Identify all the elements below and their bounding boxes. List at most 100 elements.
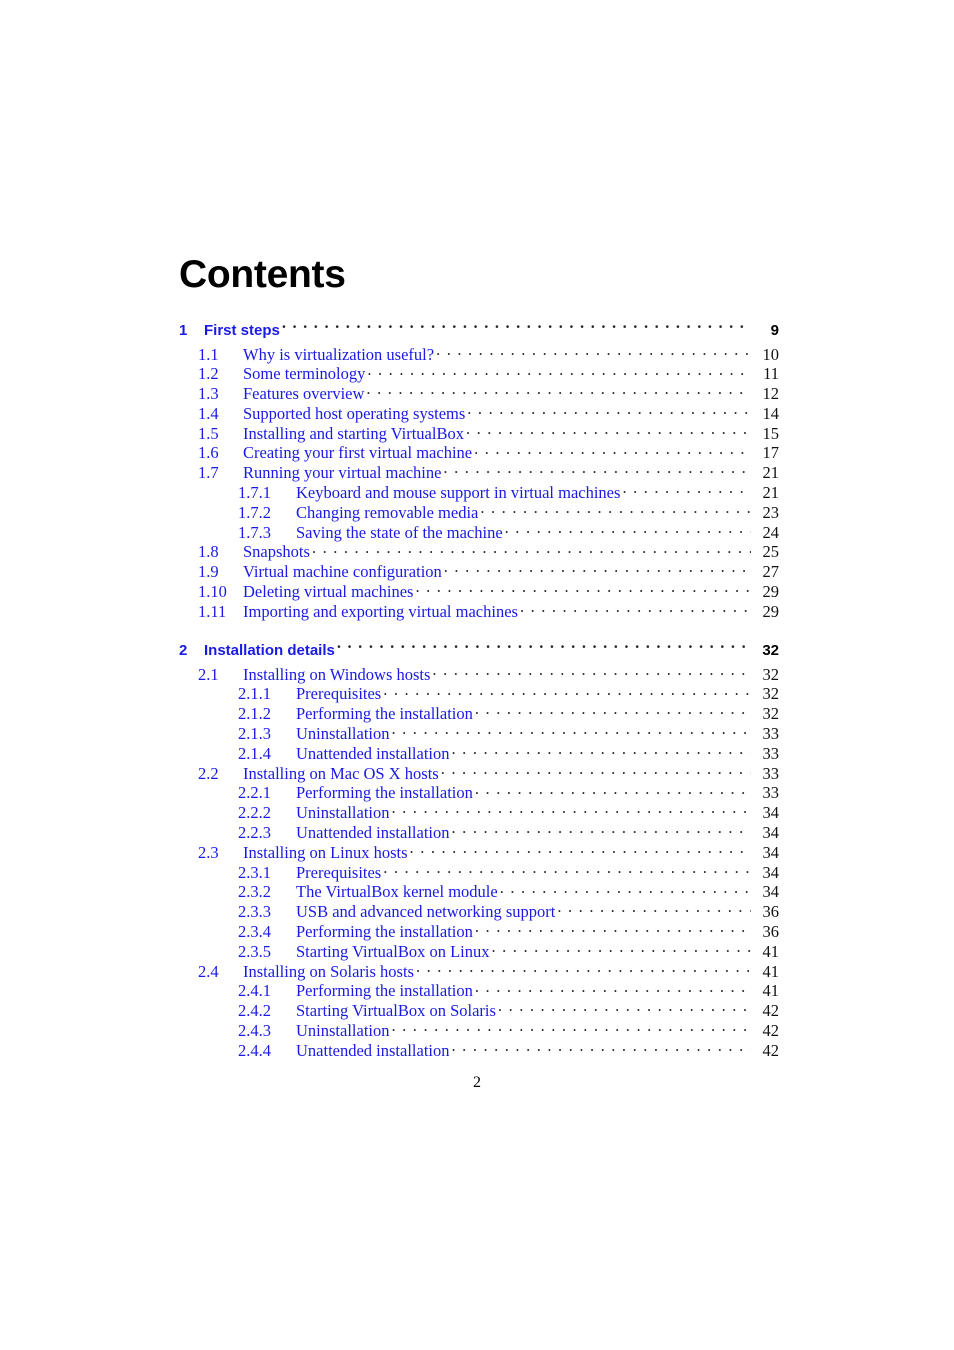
toc-section-entry[interactable]: 1.8 Snapshots 25	[179, 541, 779, 562]
toc-entry-page-number: 15	[762, 423, 780, 443]
toc-entry-title[interactable]: Installing on Mac OS X hosts	[243, 764, 439, 784]
toc-section-entry[interactable]: 1.5 Installing and starting VirtualBox 15	[179, 422, 780, 444]
toc-entry-number: 2.1.3	[238, 724, 271, 744]
toc-entry-title[interactable]: Supported host operating systems	[243, 404, 465, 424]
toc-section-entry[interactable]: 2.4 Installing on Solaris hosts 41	[179, 960, 780, 982]
toc-entry-title[interactable]: Unattended installation	[296, 1041, 450, 1061]
toc-entry-title[interactable]: Performing the installation	[296, 981, 473, 1001]
toc-dot-leader	[622, 482, 751, 499]
toc-entry-title[interactable]: Changing removable media	[296, 503, 478, 523]
toc-entry-page-number: 11	[763, 364, 779, 384]
toc-dot-leader	[452, 742, 751, 759]
toc-subsection-entry[interactable]: 1.7.1 Keyboard and mouse support in virtu…	[179, 482, 779, 503]
toc-section-entry[interactable]: 1.1 Why is virtualization useful? 10	[179, 343, 779, 365]
toc-entry-number: 2.4.4	[238, 1040, 271, 1060]
toc-entry-title[interactable]: Snapshots	[243, 542, 310, 562]
toc-section-entry[interactable]: 1.6 Creating your first virtual machine 17	[179, 442, 779, 463]
toc-entry-number: 1.10	[198, 582, 227, 602]
toc-dot-leader	[500, 881, 751, 898]
toc-entry-page-number: 32	[762, 642, 779, 660]
toc-entry-title[interactable]: Some terminology	[243, 364, 365, 384]
toc-entry-title[interactable]: Deleting virtual machines	[243, 582, 413, 602]
toc-entry-number: 1.7.1	[238, 483, 271, 503]
toc-subsection-entry[interactable]: 2.3.1 Prerequisites 34	[179, 861, 779, 883]
toc-subsection-entry[interactable]: 2.4.3 Uninstallation 42	[179, 1020, 779, 1041]
toc-section-entry[interactable]: 1.11 Importing and exporting virtual mach…	[179, 600, 779, 622]
toc-entry-title[interactable]: Virtual machine configuration	[243, 562, 442, 582]
toc-section-entry[interactable]: 2.3 Installing on Linux hosts 34	[179, 841, 779, 863]
toc-entry-page-number: 32	[762, 684, 780, 704]
toc-entry-title[interactable]: USB and advanced networking support	[296, 902, 555, 922]
toc-chapter-entry[interactable]: 1 First steps 9	[179, 318, 779, 343]
toc-entry-title[interactable]: Unattended installation	[296, 823, 450, 843]
toc-entry-page-number: 41	[762, 961, 780, 981]
toc-entry-title[interactable]: Features overview	[243, 384, 364, 404]
toc-entry-title[interactable]: Installation details	[204, 638, 335, 663]
toc-entry-number: 2.1.4	[238, 743, 271, 763]
toc-entry-title[interactable]: Performing the installation	[296, 783, 473, 803]
toc-entry-title[interactable]: Prerequisites	[296, 684, 381, 704]
toc-entry-title[interactable]: Installing on Windows hosts	[243, 665, 430, 685]
toc-entry-number: 2.1	[198, 664, 219, 684]
toc-entry-number: 2.2	[198, 763, 219, 783]
toc-entry-title[interactable]: Installing on Linux hosts	[243, 843, 408, 863]
toc-section-entry[interactable]: 1.9 Virtual machine configuration 27	[179, 561, 780, 582]
toc-subsection-entry[interactable]: 2.1.1 Prerequisites 32	[179, 683, 780, 704]
toc-dot-leader	[475, 703, 751, 720]
page-number-folio: 2	[473, 1074, 481, 1091]
toc-section-entry[interactable]: 1.2 Some terminology 11	[179, 363, 779, 384]
toc-subsection-entry[interactable]: 2.2.2 Uninstallation 34	[179, 802, 779, 823]
toc-section-entry[interactable]: 1.10 Deleting virtual machines 29	[179, 581, 779, 602]
toc-subsection-entry[interactable]: 2.4.1 Performing the installation 41	[179, 980, 779, 1001]
toc-subsection-entry[interactable]: 2.3.5 Starting VirtualBox on Linux 41	[179, 940, 779, 962]
toc-entry-title[interactable]: First steps	[204, 318, 280, 343]
toc-subsection-entry[interactable]: 1.7.3 Saving the state of the machine 24	[179, 521, 779, 543]
toc-subsection-entry[interactable]: 2.4.2 Starting VirtualBox on Solaris 42	[179, 1000, 779, 1021]
toc-section-entry[interactable]: 1.4 Supported host operating systems 14	[179, 402, 779, 424]
toc-entry-title[interactable]: Saving the state of the machine	[296, 523, 503, 543]
toc-entry-title[interactable]: Running your virtual machine	[243, 463, 441, 483]
toc-subsection-entry[interactable]: 2.1.3 Uninstallation 33	[179, 723, 779, 744]
toc-entry-title[interactable]: Keyboard and mouse support in virtual ma…	[296, 483, 620, 503]
toc-entry-title[interactable]: Creating your first virtual machine	[243, 443, 472, 463]
toc-entry-title[interactable]: Installing and starting VirtualBox	[243, 424, 464, 444]
toc-entry-title[interactable]: Prerequisites	[296, 863, 381, 883]
toc-entry-title[interactable]: Performing the installation	[296, 704, 473, 724]
toc-entry-title[interactable]: Importing and exporting virtual machines	[243, 602, 518, 622]
toc-dot-leader	[520, 600, 751, 617]
toc-entry-title[interactable]: The VirtualBox kernel module	[296, 882, 498, 902]
toc-section-entry[interactable]: 2.1 Installing on Windows hosts 32	[179, 663, 779, 685]
toc-entry-title[interactable]: Unattended installation	[296, 744, 450, 764]
toc-subsection-entry[interactable]: 2.2.3 Unattended installation 34	[179, 822, 779, 843]
toc-entry-title[interactable]: Starting VirtualBox on Solaris	[296, 1001, 496, 1021]
toc-entry-title[interactable]: Why is virtualization useful?	[243, 345, 434, 365]
toc-chapter-entry[interactable]: 2 Installation details 32	[179, 638, 779, 663]
toc-entry-number: 2.4	[198, 961, 219, 981]
toc-section-entry[interactable]: 1.3 Features overview 12	[179, 383, 779, 404]
toc-entry-page-number: 32	[762, 704, 780, 724]
toc-entry-page-number: 27	[762, 562, 780, 582]
toc-subsection-entry[interactable]: 2.4.4 Unattended installation 42	[179, 1039, 779, 1061]
toc-section-entry[interactable]: 1.7 Running your virtual machine 21	[179, 462, 779, 483]
toc-dot-leader	[392, 802, 752, 819]
toc-subsection-entry[interactable]: 1.7.2 Changing removable media 23	[179, 501, 779, 523]
toc-entry-title[interactable]: Uninstallation	[296, 1021, 390, 1041]
toc-subsection-entry[interactable]: 2.1.2 Performing the installation 32	[179, 703, 780, 724]
toc-entry-title[interactable]: Installing on Solaris hosts	[243, 962, 414, 982]
toc-dot-leader	[367, 363, 751, 380]
toc-subsection-entry[interactable]: 2.3.2 The VirtualBox kernel module 34	[179, 881, 779, 902]
toc-subsection-entry[interactable]: 2.1.4 Unattended installation 33	[179, 742, 779, 764]
toc-entry-title[interactable]: Performing the installation	[296, 922, 473, 942]
toc-subsection-entry[interactable]: 2.2.1 Performing the installation 33	[179, 782, 779, 803]
toc-subsection-entry[interactable]: 2.3.4 Performing the installation 36	[179, 921, 779, 942]
toc-entry-title[interactable]: Uninstallation	[296, 803, 390, 823]
toc-dot-leader	[392, 1020, 752, 1037]
table-of-contents: 1 First steps 9 1.1 Why is virtualization us…	[179, 318, 780, 1061]
toc-dot-leader	[475, 782, 751, 799]
toc-entry-number: 1.1	[198, 344, 219, 364]
toc-dot-leader	[383, 861, 751, 878]
toc-entry-title[interactable]: Starting VirtualBox on Linux	[296, 942, 490, 962]
toc-entry-title[interactable]: Uninstallation	[296, 724, 390, 744]
toc-subsection-entry[interactable]: 2.3.3 USB and advanced networking support…	[179, 901, 779, 922]
toc-section-entry[interactable]: 2.2 Installing on Mac OS X hosts 33	[179, 762, 779, 784]
